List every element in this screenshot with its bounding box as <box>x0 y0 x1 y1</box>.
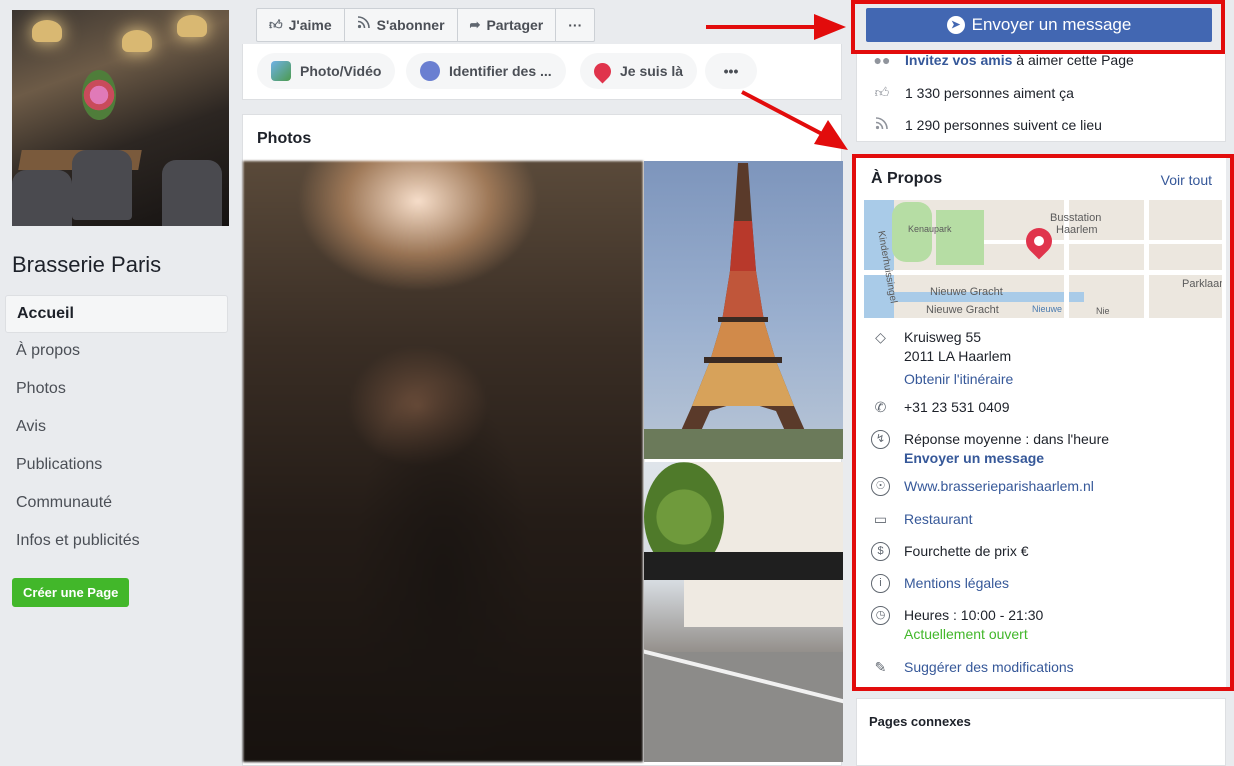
composer-options: Photo/Vidéo Identifier des ... Je suis l… <box>242 44 842 100</box>
profile-photo[interactable] <box>12 10 229 226</box>
location-pin-icon <box>590 58 615 84</box>
nav-item-avis[interactable]: Avis <box>5 409 228 447</box>
tag-people-icon <box>420 61 440 81</box>
thumb-up-icon: 👍︎ <box>269 17 283 32</box>
lamp-shape <box>122 30 152 52</box>
like-label: J'aime <box>288 17 332 33</box>
related-pages-title[interactable]: Pages connexes <box>869 714 971 729</box>
related-pages-card: Pages connexes <box>856 698 1226 766</box>
main-column: 👍︎ J'aime S'abonner ➦ Partager ··· Photo… <box>242 0 843 766</box>
nav-item-publications[interactable]: Publications <box>5 447 228 485</box>
likes-count: 1 330 personnes aiment ça <box>905 84 1074 101</box>
invite-text: Invitez vos amis à aimer cette Page <box>905 52 1134 68</box>
tag-people-label: Identifier des ... <box>449 63 552 79</box>
photo-video-label: Photo/Vidéo <box>300 63 382 79</box>
page-action-bar: 👍︎ J'aime S'abonner ➦ Partager ··· <box>256 8 596 42</box>
highlight-box-message <box>851 0 1225 54</box>
lamp-shape <box>32 20 62 42</box>
page-title[interactable]: Brasserie Paris <box>12 252 161 278</box>
road-shape <box>644 652 843 762</box>
check-in-button[interactable]: Je suis là <box>580 53 698 89</box>
flowers-shape <box>82 70 116 120</box>
tag-people-button[interactable]: Identifier des ... <box>406 53 566 89</box>
more-icon: ··· <box>568 17 583 33</box>
highlight-box-about <box>852 154 1234 691</box>
nav-item-accueil[interactable]: Accueil <box>5 295 228 333</box>
nav-item-communaute[interactable]: Communauté <box>5 485 228 523</box>
follows-count: 1 290 personnes suivent ce lieu <box>905 116 1102 133</box>
follow-button[interactable]: S'abonner <box>345 9 458 41</box>
more-icon: ••• <box>723 63 739 79</box>
more-actions-button[interactable]: ··· <box>556 9 594 41</box>
photo-street-facade[interactable] <box>644 462 843 762</box>
chair-shape <box>72 150 132 220</box>
create-page-button[interactable]: Créer une Page <box>12 578 130 607</box>
check-in-label: Je suis là <box>620 63 684 79</box>
rss-icon <box>873 116 891 133</box>
photos-section-title[interactable]: Photos <box>257 130 311 148</box>
chair-shape <box>12 170 72 226</box>
photo-eiffel-tower[interactable] <box>644 161 843 459</box>
invite-friends-row[interactable]: ●● Invitez vos amis à aimer cette Page <box>873 52 1134 68</box>
share-label: Partager <box>486 17 544 33</box>
page-stats-card: ●● Invitez vos amis à aimer cette Page 👍… <box>856 52 1226 142</box>
share-button[interactable]: ➦ Partager <box>458 9 557 41</box>
page-nav: Accueil À propos Photos Avis Publication… <box>5 295 228 561</box>
nav-item-photos[interactable]: Photos <box>5 371 228 409</box>
photo-icon <box>271 61 291 81</box>
chair-shape <box>162 160 222 226</box>
lamp-shape <box>177 15 207 37</box>
nav-item-infos-publicites[interactable]: Infos et publicités <box>5 523 228 561</box>
likes-row: 👍︎ 1 330 personnes aiment ça <box>873 84 1074 101</box>
rss-icon <box>357 9 371 41</box>
follow-label: S'abonner <box>376 17 445 33</box>
share-arrow-icon: ➦ <box>469 17 481 32</box>
photos-section: Photos <box>242 114 843 766</box>
nav-item-a-propos[interactable]: À propos <box>5 333 228 371</box>
follows-row: 1 290 personnes suivent ce lieu <box>873 116 1102 133</box>
like-button[interactable]: 👍︎ J'aime <box>257 9 345 41</box>
people-icon: ●● <box>873 52 891 68</box>
left-column: Brasserie Paris Accueil À propos Photos … <box>0 0 238 766</box>
photo-blurred-people[interactable] <box>243 161 643 762</box>
composer-more-button[interactable]: ••• <box>705 53 757 89</box>
thumb-up-icon: 👍︎ <box>874 84 890 100</box>
awning-shape <box>644 552 843 580</box>
photo-video-button[interactable]: Photo/Vidéo <box>257 53 396 89</box>
